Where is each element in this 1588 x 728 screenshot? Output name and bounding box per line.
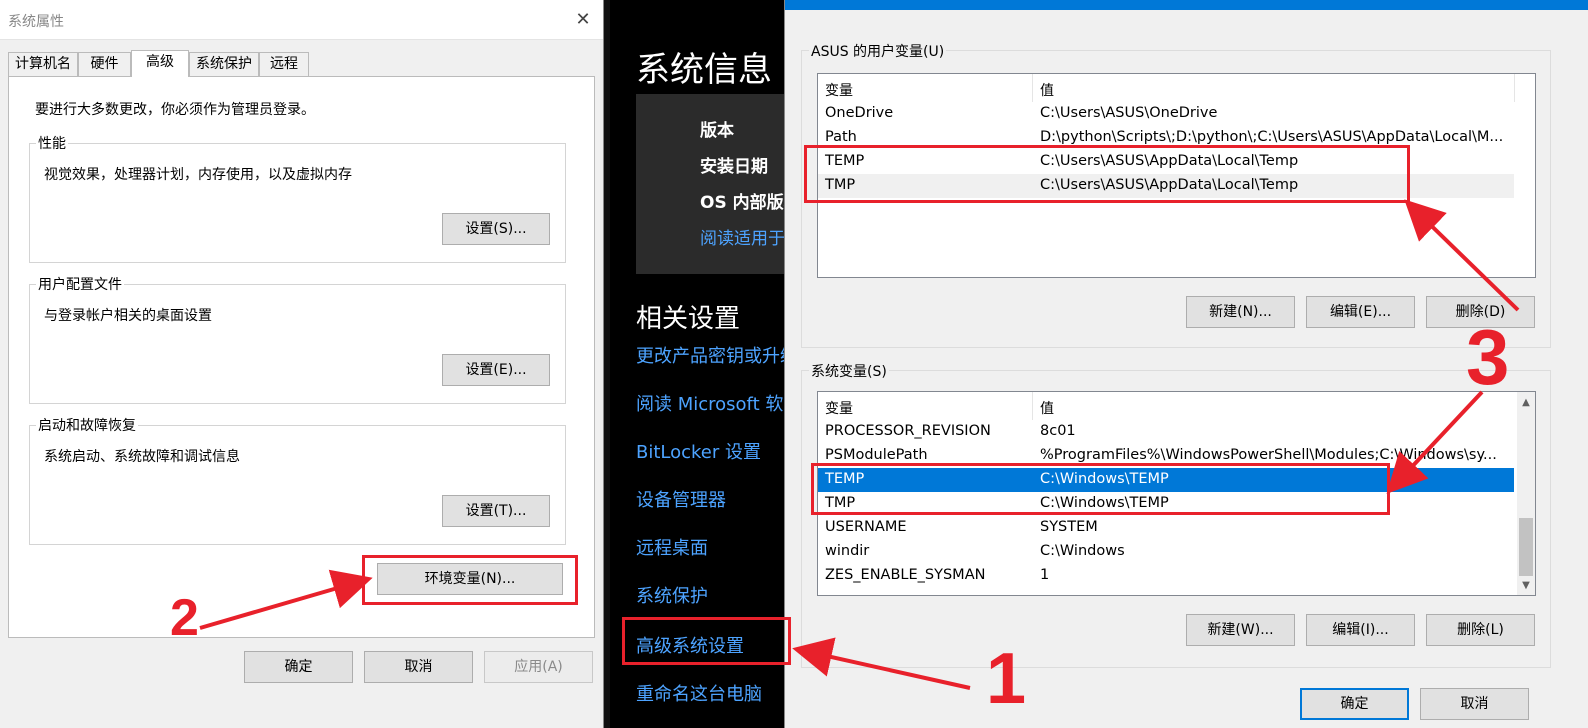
table-row[interactable]: OneDrive C:\Users\ASUS\OneDrive — [818, 102, 1514, 126]
dialog-titlebar: 系统属性 ✕ — [0, 0, 603, 40]
startup-recovery-description: 系统启动、系统故障和调试信息 — [44, 449, 240, 465]
variable-name: Path — [825, 129, 857, 145]
startup-recovery-group: 启动和故障恢复 系统启动、系统故障和调试信息 设置(T)... — [29, 415, 566, 545]
link-change-product-key[interactable]: 更改产品密钥或升级 — [636, 342, 784, 368]
system-delete-button[interactable]: 删除(L) — [1426, 614, 1535, 646]
list-header: 变量 值 — [818, 74, 1535, 102]
variable-name: PSModulePath — [825, 447, 928, 463]
variable-value: D:\python\Scripts\;D:\python\;C:\Users\A… — [1040, 129, 1504, 145]
tab-remote[interactable]: 远程 — [259, 52, 309, 76]
variable-value: C:\Users\ASUS\OneDrive — [1040, 105, 1218, 121]
cancel-button[interactable]: 取消 — [364, 651, 473, 683]
tab-hardware[interactable]: 硬件 — [78, 52, 131, 76]
table-row[interactable]: USERNAME SYSTEM — [818, 516, 1514, 540]
tab-advanced[interactable]: 高级 — [131, 50, 189, 77]
variable-value: 1 — [1040, 567, 1050, 583]
performance-label: 性能 — [36, 133, 68, 153]
list-header: 变量 值 — [818, 392, 1535, 420]
link-read-microsoft-terms[interactable]: 阅读 Microsoft 软件 — [636, 390, 784, 416]
startup-recovery-label: 启动和故障恢复 — [36, 415, 138, 435]
user-profiles-description: 与登录帐户相关的桌面设置 — [44, 308, 212, 324]
system-properties-dialog: 系统属性 ✕ 计算机名 硬件 高级 系统保护 远程 要进行大多数更改，你必须作为… — [0, 0, 604, 728]
variable-name: USERNAME — [825, 519, 907, 535]
apply-button[interactable]: 应用(A) — [484, 651, 593, 683]
user-profiles-group: 用户配置文件 与登录帐户相关的桌面设置 设置(E)... — [29, 274, 566, 404]
tab-system-protection[interactable]: 系统保护 — [189, 52, 259, 76]
spec-label-os-build: OS 内部版本 — [700, 193, 784, 213]
link-device-manager[interactable]: 设备管理器 — [636, 486, 726, 512]
variable-value: 8c01 — [1040, 423, 1076, 439]
scroll-up-icon[interactable]: ▲ — [1517, 394, 1535, 411]
admin-note: 要进行大多数更改，你必须作为管理员登录。 — [35, 102, 315, 118]
related-settings-title: 相关设置 — [636, 304, 741, 334]
variable-name: ZES_ENABLE_SYSMAN — [825, 567, 986, 583]
link-remote-desktop[interactable]: 远程桌面 — [636, 534, 708, 560]
table-row[interactable]: windir C:\Windows — [818, 540, 1514, 564]
user-profiles-label: 用户配置文件 — [36, 274, 124, 294]
performance-description: 视觉效果，处理器计划，内存使用，以及虚拟内存 — [44, 167, 352, 183]
table-row[interactable]: PROCESSOR_REVISION 8c01 — [818, 420, 1514, 444]
step-number-1: 1 — [986, 639, 1027, 719]
performance-settings-button[interactable]: 设置(S)... — [442, 213, 550, 245]
column-variable[interactable]: 变量 — [825, 80, 853, 100]
highlight-advanced-settings — [622, 617, 791, 665]
link-rename-pc[interactable]: 重命名这台电脑 — [636, 680, 762, 706]
highlight-system-temp — [811, 463, 1390, 515]
variable-name: PROCESSOR_REVISION — [825, 423, 991, 439]
window-edge — [604, 0, 610, 728]
step-number-2: 2 — [170, 589, 199, 647]
tab-computer-name[interactable]: 计算机名 — [8, 52, 78, 76]
highlight-env-button — [362, 555, 578, 605]
system-variables-label: 系统变量(S) — [809, 361, 889, 381]
close-icon[interactable]: ✕ — [568, 5, 598, 35]
spec-read-link[interactable]: 阅读适用于 — [700, 224, 784, 249]
spec-label-install-date: 安装日期 — [700, 157, 768, 177]
system-new-button[interactable]: 新建(W)... — [1186, 614, 1295, 646]
table-row[interactable]: ZES_ENABLE_SYSMAN 1 — [818, 564, 1514, 588]
spec-label-edition: 版本 — [700, 121, 734, 141]
env-cancel-button[interactable]: 取消 — [1420, 688, 1529, 720]
variable-name: OneDrive — [825, 105, 894, 121]
user-variables-label: ASUS 的用户变量(U) — [809, 41, 947, 61]
dialog-title: 系统属性 — [8, 14, 64, 30]
scroll-down-icon[interactable]: ▼ — [1517, 577, 1535, 594]
variable-value: %ProgramFiles%\WindowsPowerShell\Modules… — [1040, 447, 1497, 463]
column-variable[interactable]: 变量 — [825, 398, 853, 418]
column-value[interactable]: 值 — [1040, 80, 1054, 100]
ok-button[interactable]: 确定 — [244, 651, 353, 683]
column-value[interactable]: 值 — [1040, 398, 1054, 418]
performance-group: 性能 视觉效果，处理器计划，内存使用，以及虚拟内存 设置(S)... — [29, 133, 566, 263]
system-edit-button[interactable]: 编辑(I)... — [1306, 614, 1415, 646]
advanced-tab-page: 要进行大多数更改，你必须作为管理员登录。 性能 视觉效果，处理器计划，内存使用，… — [8, 76, 595, 638]
variable-value: C:\Windows — [1040, 543, 1125, 559]
startup-recovery-settings-button[interactable]: 设置(T)... — [442, 495, 550, 527]
link-system-protection[interactable]: 系统保护 — [636, 582, 708, 608]
user-edit-button[interactable]: 编辑(E)... — [1306, 296, 1415, 328]
vertical-scrollbar[interactable]: ▲ ▼ — [1517, 392, 1535, 595]
page-title: 系统信息 — [636, 50, 772, 90]
step-number-3: 3 — [1466, 313, 1510, 401]
user-new-button[interactable]: 新建(N)... — [1186, 296, 1295, 328]
variable-value: SYSTEM — [1040, 519, 1098, 535]
highlight-user-temp — [804, 145, 1410, 203]
user-profiles-settings-button[interactable]: 设置(E)... — [442, 354, 550, 386]
scroll-thumb[interactable] — [1519, 518, 1533, 576]
link-bitlocker-settings[interactable]: BitLocker 设置 — [636, 438, 761, 464]
variable-name: windir — [825, 543, 870, 559]
env-ok-button[interactable]: 确定 — [1300, 688, 1409, 720]
dialog-titlebar — [785, 0, 1588, 10]
